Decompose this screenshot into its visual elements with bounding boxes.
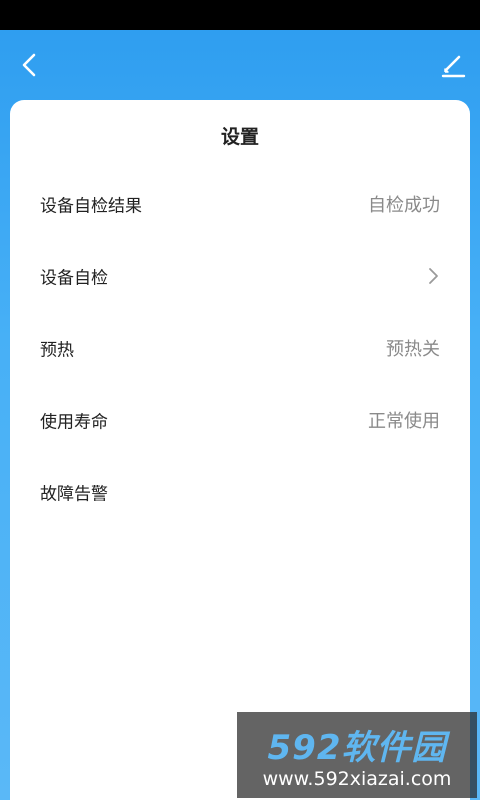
row-value: 预热关 bbox=[386, 339, 440, 360]
row-label: 预热 bbox=[40, 340, 74, 361]
pencil-icon bbox=[441, 55, 466, 78]
settings-row-fault-alarm[interactable]: 故障告警 bbox=[10, 456, 470, 528]
settings-row-service-life[interactable]: 使用寿命 正常使用 bbox=[10, 384, 470, 456]
watermark-brand: 592软件园 bbox=[267, 728, 447, 768]
row-label: 使用寿命 bbox=[40, 412, 108, 433]
chevron-left-icon bbox=[22, 53, 36, 77]
settings-row-self-check-result[interactable]: 设备自检结果 自检成功 bbox=[10, 168, 470, 240]
watermark-url: www.592xiazai.com bbox=[262, 768, 452, 790]
row-label: 故障告警 bbox=[40, 484, 108, 505]
watermark: 592软件园 www.592xiazai.com bbox=[237, 712, 477, 798]
status-bar bbox=[0, 0, 480, 30]
page-title: 设置 bbox=[220, 126, 259, 148]
row-label: 设备自检 bbox=[40, 268, 108, 289]
settings-row-self-check[interactable]: 设备自检 bbox=[10, 240, 470, 312]
chevron-right-icon bbox=[426, 267, 440, 285]
settings-card: 设置 设备自检结果 自检成功 设备自检 预热 预热关 使用寿命 正常使用 故障告… bbox=[10, 100, 470, 800]
back-button[interactable] bbox=[12, 48, 46, 82]
settings-row-preheat[interactable]: 预热 预热关 bbox=[10, 312, 470, 384]
row-value: 正常使用 bbox=[368, 411, 440, 432]
row-value: 自检成功 bbox=[368, 195, 440, 216]
row-label: 设备自检结果 bbox=[40, 196, 142, 217]
edit-button[interactable] bbox=[436, 48, 470, 82]
